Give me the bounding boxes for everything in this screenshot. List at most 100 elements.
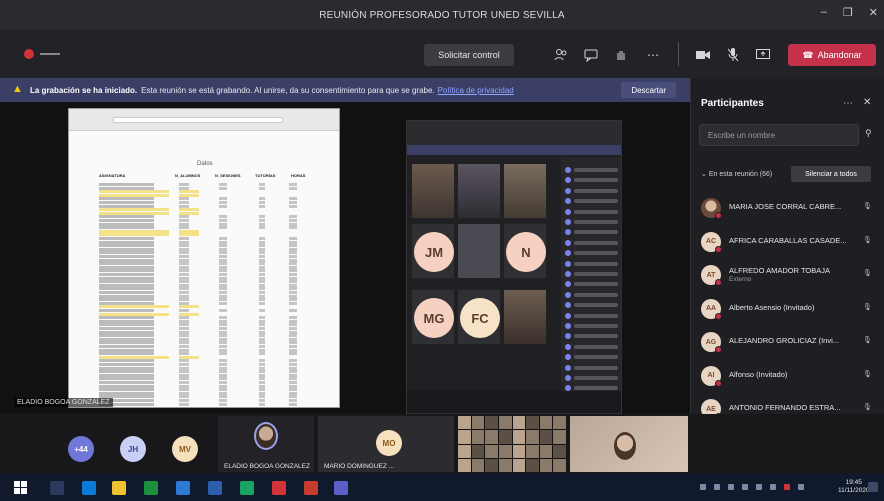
privacy-policy-link[interactable]: Política de privacidad xyxy=(438,86,514,95)
sheet-row xyxy=(99,330,309,334)
sheet-row xyxy=(99,204,309,208)
in-meeting-section[interactable]: ⌄ En esta reunión (66) xyxy=(701,170,772,178)
gallery-cell xyxy=(539,430,553,444)
sharer-label: ELADIO BOGOA GONZALEZ xyxy=(14,398,113,407)
overflow-count[interactable]: +44 xyxy=(68,436,94,462)
sheet-header: ASIGNATURA N_ALUMNOS N_SESIONES TUTORÍAS… xyxy=(99,173,319,179)
sheet-row xyxy=(99,341,309,345)
network-icon[interactable] xyxy=(756,484,762,490)
status-badge xyxy=(715,212,722,219)
participant-row[interactable]: AT ALFREDO AMADOR TOBAJA Externo 🎙 xyxy=(691,257,884,291)
people-icon[interactable] xyxy=(550,44,572,66)
gallery-cell xyxy=(553,444,566,458)
more-options-icon[interactable]: ⋯ xyxy=(642,44,664,66)
gallery-cell xyxy=(512,444,526,458)
participant-row[interactable]: AG ALEJANDRO GROLICIAZ (Invi... 🎙 xyxy=(691,324,884,358)
sheet-row xyxy=(99,370,309,374)
acrobat-icon[interactable] xyxy=(272,481,286,495)
sheet-row xyxy=(99,208,309,212)
sheet-header-cell: N_SESIONES xyxy=(215,173,241,178)
participant-row[interactable]: AA Alberto Asensio (Invitado) 🎙 xyxy=(691,291,884,325)
request-control-button[interactable]: Solicitar control xyxy=(424,44,514,66)
close-panel-icon[interactable]: ✕ xyxy=(863,97,871,108)
video-tile xyxy=(503,163,547,219)
clock[interactable]: 19:45 11/11/2020 xyxy=(838,479,870,495)
teams-icon[interactable] xyxy=(334,481,348,495)
warning-icon: ▲ xyxy=(12,83,23,95)
nested-avatar xyxy=(565,271,571,277)
status-badge xyxy=(715,279,722,286)
tray-icon[interactable] xyxy=(742,484,748,490)
tray-icon[interactable] xyxy=(700,484,706,490)
participant-row[interactable]: AI Alfonso (Invitado) 🎙 xyxy=(691,358,884,392)
nested-participant-name xyxy=(574,282,618,287)
sheet-row xyxy=(99,323,309,327)
gallery-cell xyxy=(512,416,526,430)
mute-all-button[interactable]: Silenciar a todos xyxy=(791,166,871,182)
windows-start-icon[interactable] xyxy=(14,481,28,495)
sheet-row xyxy=(99,190,309,194)
sheet-row xyxy=(99,219,309,222)
status-badge xyxy=(715,379,722,387)
sheet-row xyxy=(99,316,309,320)
mail-icon[interactable] xyxy=(176,481,190,495)
camera-icon[interactable] xyxy=(692,44,714,66)
mic-muted-icon: 🎙 xyxy=(863,404,872,411)
store-icon[interactable] xyxy=(144,481,158,495)
sheet-row xyxy=(99,366,309,370)
chevron-down-icon: ⌄ xyxy=(701,171,709,178)
participant-search-input[interactable]: Escribe un nombre xyxy=(699,124,859,146)
maximize-icon[interactable]: ❐ xyxy=(843,6,853,19)
dismiss-button[interactable]: Descartar xyxy=(621,82,676,98)
video-tile xyxy=(457,163,501,219)
sheet-row xyxy=(99,294,309,298)
raise-hand-icon[interactable] xyxy=(610,44,632,66)
sheet-row xyxy=(99,273,309,276)
nested-avatar xyxy=(565,333,571,340)
sheet-row xyxy=(99,399,309,402)
nested-participant-name xyxy=(574,376,618,380)
sheet-row xyxy=(99,283,309,287)
sheet-row xyxy=(99,222,309,226)
sheet-row xyxy=(99,262,309,266)
address-bar xyxy=(113,117,283,123)
mic-icon[interactable] xyxy=(722,44,744,66)
avatar-tile: N xyxy=(503,223,547,279)
invite-icon[interactable]: ⚲ xyxy=(865,128,872,139)
sheet-row xyxy=(99,309,309,312)
tray-icon[interactable] xyxy=(714,484,720,490)
gallery-cell xyxy=(553,458,566,472)
avatar: JH xyxy=(120,436,146,462)
edge-icon[interactable] xyxy=(82,481,96,495)
task-view-icon[interactable] xyxy=(50,481,64,495)
participant-row[interactable]: MARIA JOSE CORRAL CABRE... 🎙 xyxy=(691,190,884,224)
room-video-tile xyxy=(570,416,688,472)
sheet-row xyxy=(99,193,309,197)
sheet-row xyxy=(99,244,309,248)
chrome-icon[interactable] xyxy=(240,481,254,495)
participant-row[interactable]: AC AFRICA CARABALLAS CASADE... 🎙 xyxy=(691,224,884,258)
avatar-tile: MG xyxy=(411,289,455,345)
onedrive-icon[interactable] xyxy=(798,484,804,490)
active-speaker-tile: ELADIO BOGOA GONZALEZ xyxy=(218,416,314,472)
participant-name: MARIO DOMINGUEZ ... xyxy=(324,463,395,470)
gallery-cell xyxy=(539,444,553,458)
leave-button[interactable]: ☎ Abandonar xyxy=(788,44,876,66)
word-icon[interactable] xyxy=(208,481,222,495)
close-icon[interactable]: ✕ xyxy=(869,6,878,19)
tray-icon[interactable] xyxy=(728,484,734,490)
volume-icon[interactable] xyxy=(770,484,776,490)
gallery-cell xyxy=(553,430,566,444)
more-icon[interactable]: ⋯ xyxy=(843,98,853,109)
participant-name: Alberto Asensio (Invitado) xyxy=(729,302,815,312)
sheet-header-cell: HORAS xyxy=(291,173,306,178)
minimize-icon[interactable]: – xyxy=(821,6,827,19)
share-screen-icon[interactable] xyxy=(752,44,774,66)
file-explorer-icon[interactable] xyxy=(112,481,126,495)
opera-icon[interactable] xyxy=(304,481,318,495)
notifications-icon[interactable] xyxy=(868,482,878,492)
chat-icon[interactable] xyxy=(580,44,602,66)
tray-icon[interactable] xyxy=(784,484,790,490)
recording-banner: ▲ La grabación se ha iniciado. Esta reun… xyxy=(0,78,690,102)
sheet-row xyxy=(99,359,309,363)
